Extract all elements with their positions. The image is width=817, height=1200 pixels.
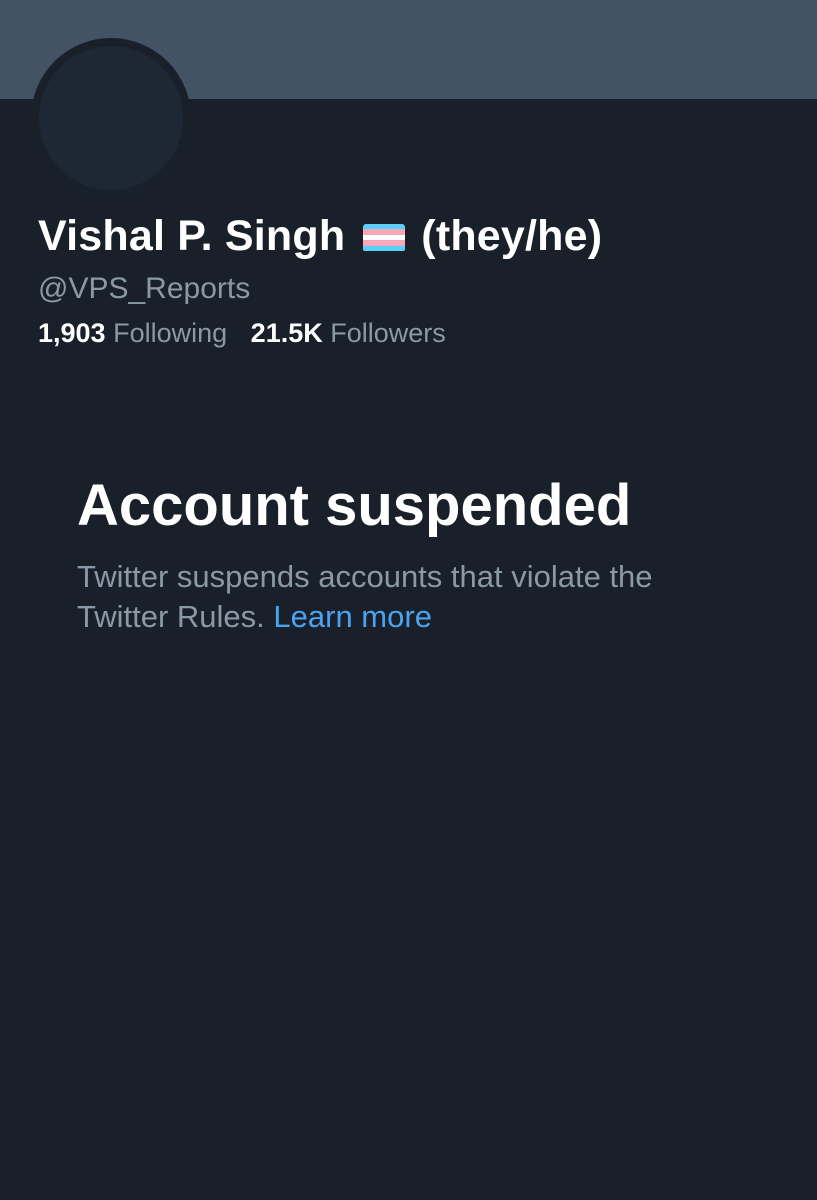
suspended-message: Twitter suspends accounts that violate t… [77,557,777,637]
display-name-text: Vishal P. Singh [38,212,346,260]
transgender-flag-icon [363,223,406,252]
learn-more-link[interactable]: Learn more [273,599,432,634]
following-link[interactable]: 1,903 Following [38,318,235,348]
profile-display-name: Vishal P. Singh (they/he) [38,212,602,261]
followers-link[interactable]: 21.5K Followers [251,318,446,348]
followers-label: Followers [330,318,446,348]
profile-handle: @VPS_Reports [38,272,251,305]
suspended-message-line-2: Twitter Rules. Learn more [77,597,777,637]
pronouns-text: (they/he) [421,212,603,260]
suspended-title: Account suspended [77,473,632,538]
profile-main [0,99,817,1200]
suspended-message-line-1: Twitter suspends accounts that violate t… [77,559,653,594]
following-label: Following [113,318,228,348]
following-count: 1,903 [38,318,106,348]
followers-count: 21.5K [250,318,323,348]
suspended-message-line-2-text: Twitter Rules. [77,599,265,634]
profile-stats: 1,903 Following 21.5K Followers [38,318,446,349]
avatar[interactable] [31,38,191,198]
